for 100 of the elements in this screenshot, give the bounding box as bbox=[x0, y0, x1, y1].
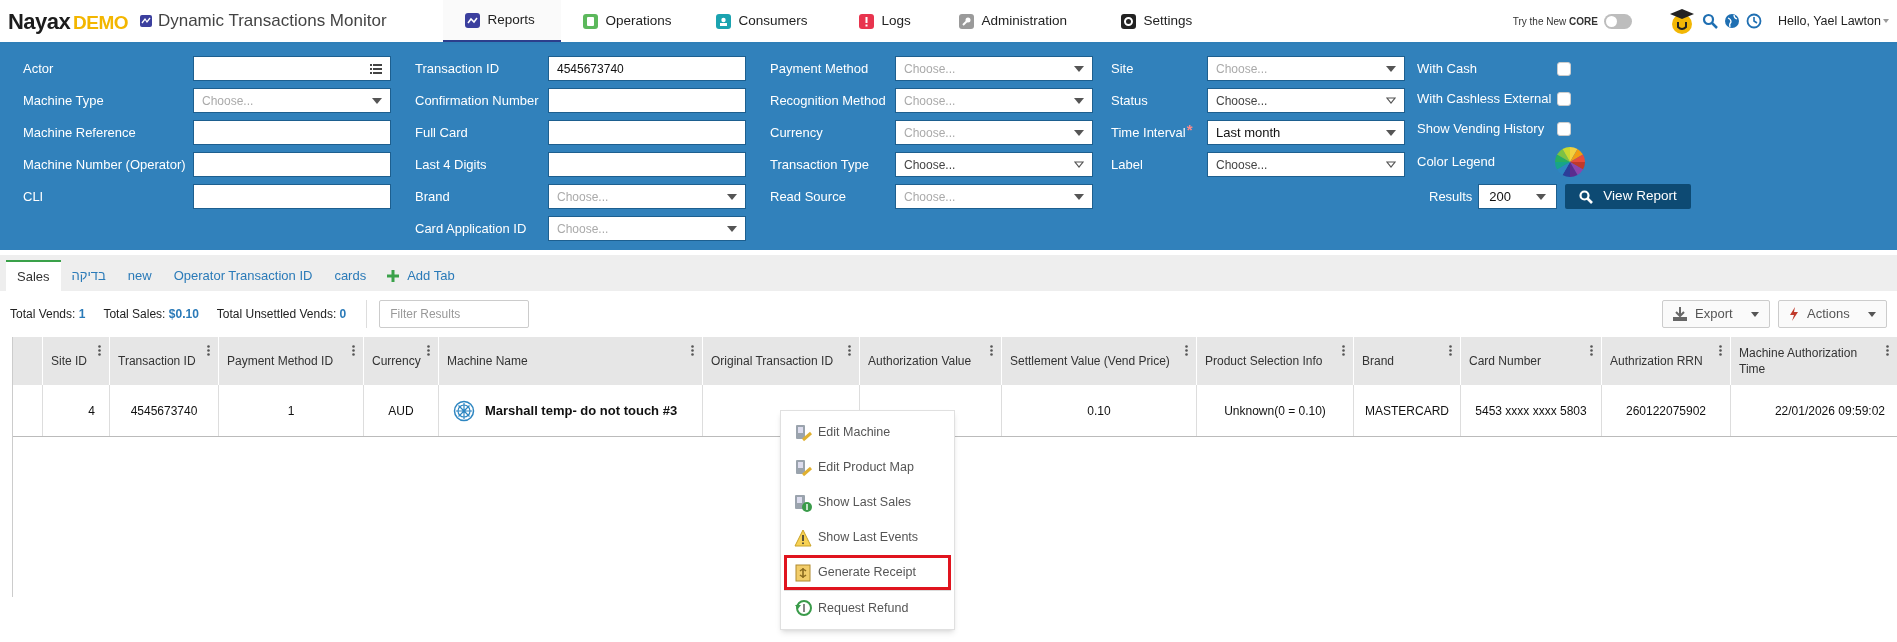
column-header[interactable]: Transaction ID bbox=[118, 353, 196, 369]
nav-tab[interactable]: Administration bbox=[936, 0, 1099, 42]
checkbox[interactable] bbox=[1557, 91, 1571, 106]
receipt-icon bbox=[794, 563, 812, 582]
view-report-button[interactable]: View Report bbox=[1565, 184, 1691, 209]
table-cell-text: 1 bbox=[287, 402, 295, 420]
field-label: Site bbox=[1111, 59, 1134, 78]
column-header[interactable]: Settlement Value (Vend Price) bbox=[1010, 353, 1170, 369]
menu-item[interactable]: Request Refund bbox=[784, 590, 951, 625]
search-icon bbox=[1701, 13, 1718, 29]
caret-icon bbox=[1074, 161, 1084, 168]
plus-icon bbox=[387, 269, 400, 282]
menu-item[interactable]: Show Last Sales bbox=[784, 485, 951, 520]
column-header[interactable]: Original Transaction ID bbox=[711, 353, 834, 369]
dropdown[interactable]: Choose... bbox=[1207, 152, 1405, 177]
dropdown[interactable]: Last month bbox=[1207, 120, 1405, 145]
input-field[interactable] bbox=[548, 152, 746, 177]
tab[interactable]: new bbox=[116, 260, 163, 291]
column-header[interactable]: Card Number bbox=[1469, 353, 1542, 369]
machine-pencil-icon bbox=[794, 423, 812, 442]
field-label: Currency bbox=[770, 123, 823, 142]
table-cell-text: 0.10 bbox=[1087, 402, 1111, 420]
field-label: Read Source bbox=[770, 187, 846, 206]
field-label: Transaction ID bbox=[415, 59, 500, 78]
field-label: Machine Reference bbox=[23, 123, 136, 142]
checkbox[interactable] bbox=[1557, 121, 1571, 136]
tab[interactable]: Operator Transaction ID bbox=[162, 260, 324, 291]
column-header[interactable]: Machine Authorization Time bbox=[1739, 345, 1881, 377]
field-label: Confirmation Number bbox=[415, 91, 539, 110]
summary-stat: Total Unsettled Vends: 0 bbox=[216, 306, 347, 323]
field-label: Transaction Type bbox=[770, 155, 869, 174]
menu-item[interactable]: Generate Receipt bbox=[784, 555, 951, 590]
field-label: Payment Method bbox=[770, 59, 869, 78]
dropdown[interactable]: Choose... bbox=[1207, 88, 1405, 113]
dropdown[interactable]: 200 bbox=[1478, 184, 1558, 209]
alert-icon bbox=[858, 13, 874, 29]
actions-button[interactable]: Actions bbox=[1778, 300, 1887, 328]
globe-icon bbox=[1723, 13, 1740, 29]
caret-icon bbox=[372, 97, 382, 104]
export-button[interactable]: Export bbox=[1662, 300, 1770, 328]
column-header[interactable]: Payment Method ID bbox=[227, 353, 334, 369]
nav-tab[interactable]: Reports bbox=[442, 0, 561, 42]
toggle-switch[interactable] bbox=[1603, 13, 1632, 29]
list-icon bbox=[370, 63, 382, 74]
checkbox[interactable] bbox=[1557, 61, 1571, 76]
column-header[interactable]: Currency bbox=[372, 353, 421, 369]
input-field[interactable] bbox=[193, 184, 391, 209]
caret-icon bbox=[1386, 129, 1396, 136]
column-header[interactable]: Authorization Value bbox=[868, 353, 972, 369]
table-cell-text: AUD bbox=[388, 402, 414, 420]
input-field[interactable]: 4545673740 bbox=[548, 56, 746, 81]
tab[interactable]: Sales bbox=[6, 260, 61, 291]
column-header[interactable]: Brand bbox=[1362, 353, 1395, 369]
tab[interactable]: cards bbox=[323, 260, 378, 291]
table-cell-text: Marshall temp- do not touch #3 bbox=[485, 401, 678, 420]
menu-item[interactable]: Edit Machine bbox=[784, 415, 951, 450]
caret-icon bbox=[727, 225, 737, 232]
caret-icon bbox=[1868, 311, 1876, 317]
caret-icon bbox=[1074, 65, 1084, 72]
table-cell-text: 4 bbox=[88, 402, 95, 420]
kebab-icon bbox=[1719, 345, 1722, 356]
kebab-icon bbox=[848, 345, 851, 356]
color-wheel-icon bbox=[1554, 146, 1586, 178]
checkbox-label: With Cashless External bbox=[1417, 89, 1553, 108]
caret-icon bbox=[1074, 129, 1084, 136]
nav-tab[interactable]: Operations bbox=[560, 0, 694, 42]
tab[interactable]: בדיקה bbox=[60, 260, 117, 291]
table-cell-text: 22/01/2026 09:59:02 bbox=[1774, 402, 1885, 420]
column-header[interactable]: Product Selection Info bbox=[1205, 353, 1323, 369]
user-greeting[interactable]: Hello, Yael Lawton bbox=[1777, 11, 1881, 31]
table-cell-text: 5453 xxxx xxxx 5803 bbox=[1475, 402, 1587, 420]
input-field[interactable] bbox=[193, 120, 391, 145]
field-label: Last 4 Digits bbox=[415, 155, 487, 174]
kebab-icon bbox=[990, 345, 993, 356]
menu-item[interactable]: Edit Product Map bbox=[784, 450, 951, 485]
column-header[interactable]: Machine Name bbox=[447, 353, 528, 369]
kebab-icon bbox=[1185, 345, 1188, 356]
nav-tab[interactable]: Settings bbox=[1098, 0, 1209, 42]
field-label: Card Application ID bbox=[415, 219, 527, 238]
caret-icon bbox=[1386, 161, 1396, 168]
input-field[interactable] bbox=[193, 152, 391, 177]
table-cell-text: MASTERCARD bbox=[1365, 402, 1449, 420]
warning-icon bbox=[794, 528, 812, 547]
lightning-icon bbox=[1789, 307, 1799, 321]
column-header[interactable]: Site ID bbox=[51, 353, 87, 369]
input-field[interactable] bbox=[193, 56, 391, 81]
nav-tab[interactable]: Logs bbox=[836, 0, 937, 42]
dropdown[interactable]: Choose... bbox=[895, 152, 1093, 177]
column-header[interactable]: Authrization RRN bbox=[1610, 353, 1703, 369]
menu-item[interactable]: Show Last Events bbox=[784, 520, 951, 555]
caret-icon bbox=[727, 193, 737, 200]
clipboard-icon bbox=[582, 13, 598, 29]
nav-tab[interactable]: Consumers bbox=[693, 0, 837, 42]
kebab-icon bbox=[98, 345, 101, 356]
chart-icon bbox=[464, 12, 480, 28]
input-field[interactable] bbox=[548, 88, 746, 113]
checkbox-label: Show Vending History bbox=[1417, 119, 1546, 138]
input-field[interactable] bbox=[548, 120, 746, 145]
caret-icon bbox=[1883, 18, 1889, 24]
add-tab-button[interactable]: Add Tab bbox=[377, 260, 465, 291]
